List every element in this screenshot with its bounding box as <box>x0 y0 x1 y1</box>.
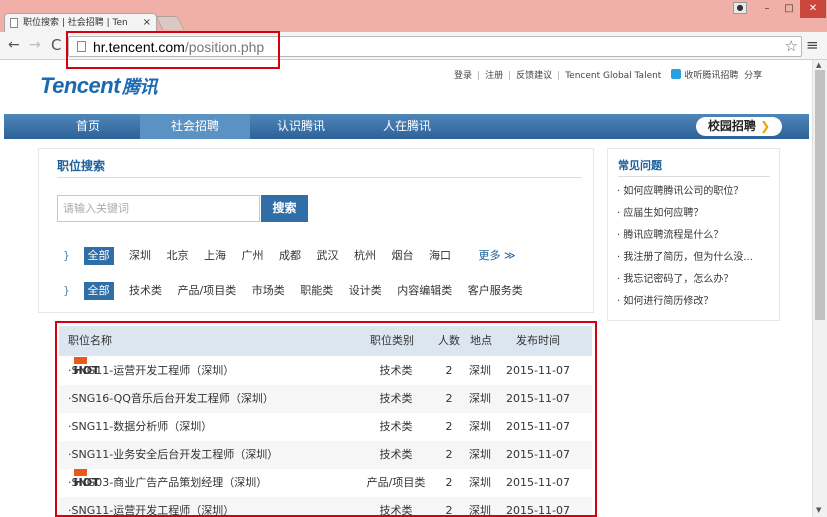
category-product[interactable]: 产品/项目类 <box>178 282 237 300</box>
category-service[interactable]: 客户服务类 <box>468 282 523 300</box>
global-talent-link[interactable]: Tencent Global Talent <box>565 71 661 81</box>
forward-arrow-icon[interactable]: → <box>29 37 41 53</box>
category-tech[interactable]: 技术类 <box>129 282 162 300</box>
page-scrollbar[interactable]: ▲ ▼ <box>812 60 827 517</box>
browser-menu-icon[interactable]: ≡ <box>806 37 819 53</box>
category-market[interactable]: 市场类 <box>252 282 285 300</box>
city-yantai[interactable]: 烟台 <box>392 247 414 265</box>
category-design[interactable]: 设计类 <box>349 282 382 300</box>
search-button[interactable]: 搜索 <box>261 195 308 222</box>
faq-item[interactable]: · 腾讯应聘流程是什么？ <box>617 226 723 241</box>
logo-text: Tencent <box>40 73 121 98</box>
faq-item-label: 应届生如何应聘？ <box>623 208 704 219</box>
scroll-down-icon[interactable]: ▼ <box>816 506 821 514</box>
city-wuhan[interactable]: 武汉 <box>317 247 339 265</box>
listen-link[interactable]: 收听腾讯招聘 <box>684 71 738 81</box>
bookmark-star-icon[interactable]: ☆ <box>785 37 798 55</box>
category-all[interactable]: 全部 <box>83 282 114 300</box>
weibo-icon <box>671 69 682 79</box>
search-title: 职位搜索 <box>57 159 106 173</box>
search-panel: 职位搜索 请输入关键词 搜索 } 全部 深圳 北京 上海 广州 成都 武汉 杭州… <box>38 148 594 313</box>
campus-recruit-button[interactable]: 校园招聘 ❯ <box>696 117 782 136</box>
feedback-link[interactable]: 反馈建议 <box>516 71 552 81</box>
minimize-button[interactable]: – <box>757 0 777 18</box>
browser-tab[interactable]: 职位搜索 | 社会招聘 | Ten × <box>4 13 157 32</box>
faq-item-label: 我注册了简历，但为什么没... <box>623 252 753 263</box>
browser-titlebar: 职位搜索 | 社会招聘 | Ten × ● – □ ✕ <box>0 0 827 32</box>
reload-icon[interactable]: C <box>51 37 61 53</box>
city-haikou[interactable]: 海口 <box>429 247 451 265</box>
top-links: 登录 | 注册 | 反馈建议 | Tencent Global Talent 收听腾讯招聘 分… <box>454 69 763 81</box>
city-shanghai[interactable]: 上海 <box>204 247 226 265</box>
faq-item[interactable]: · 我注册了简历，但为什么没... <box>617 248 753 263</box>
tencent-logo[interactable]: Tencent 腾讯 <box>40 73 158 99</box>
register-link[interactable]: 注册 <box>485 71 503 81</box>
maximize-button[interactable]: □ <box>779 0 799 18</box>
logo-cn: 腾讯 <box>122 77 158 97</box>
tab-title: 职位搜索 | 社会招聘 | Ten <box>23 18 128 28</box>
nav-people[interactable]: 人在腾讯 <box>372 114 442 139</box>
divider <box>618 176 770 177</box>
faq-title: 常见问题 <box>618 159 662 172</box>
back-arrow-icon[interactable]: ← <box>8 37 20 53</box>
category-function[interactable]: 职能类 <box>300 282 333 300</box>
scroll-up-icon[interactable]: ▲ <box>816 61 821 69</box>
faq-item-label: 腾讯应聘流程是什么？ <box>623 230 724 241</box>
brace-icon: } <box>63 284 70 297</box>
nav-home[interactable]: 首页 <box>54 114 122 139</box>
main-nav: 首页 社会招聘 认识腾讯 人在腾讯 校园招聘 ❯ <box>4 114 809 139</box>
divider <box>57 177 582 178</box>
search-input[interactable]: 请输入关键词 <box>57 195 260 222</box>
new-tab-button[interactable] <box>155 16 185 30</box>
faq-item[interactable]: · 应届生如何应聘？ <box>617 204 703 219</box>
campus-label: 校园招聘 <box>707 119 756 133</box>
city-chengdu[interactable]: 成都 <box>279 247 301 265</box>
scrollbar-thumb[interactable] <box>815 70 825 320</box>
faq-item[interactable]: · 我忘记密码了，怎么办？ <box>617 270 733 285</box>
share-link[interactable]: 分享 <box>744 71 762 81</box>
faq-item-label: 如何应聘腾讯公司的职位？ <box>623 186 744 197</box>
chevron-double-down-icon: ≫ <box>504 249 516 262</box>
tab-close-icon[interactable]: × <box>143 14 151 32</box>
city-guangzhou[interactable]: 广州 <box>242 247 264 265</box>
faq-panel: 常见问题 · 如何应聘腾讯公司的职位？ · 应届生如何应聘？ · 腾讯应聘流程是… <box>607 148 780 321</box>
page-icon <box>10 18 18 28</box>
user-icon[interactable]: ● <box>733 2 747 14</box>
more-label: 更多 <box>478 249 501 262</box>
nav-social-recruit[interactable]: 社会招聘 <box>140 114 250 139</box>
city-beijing[interactable]: 北京 <box>167 247 189 265</box>
city-shenzhen[interactable]: 深圳 <box>129 247 151 265</box>
faq-item[interactable]: · 如何应聘腾讯公司的职位？ <box>617 182 743 197</box>
nav-about-tencent[interactable]: 认识腾讯 <box>266 114 336 139</box>
close-window-button[interactable]: ✕ <box>800 0 826 18</box>
chevron-right-icon: ❯ <box>760 119 771 133</box>
jobs-highlight-box <box>55 321 597 517</box>
more-cities-link[interactable]: 更多 ≫ <box>479 249 516 262</box>
city-hangzhou[interactable]: 杭州 <box>354 247 376 265</box>
faq-item-label: 我忘记密码了，怎么办？ <box>623 274 734 285</box>
category-content[interactable]: 内容编辑类 <box>397 282 452 300</box>
city-all[interactable]: 全部 <box>83 247 114 265</box>
url-highlight-box <box>66 31 280 69</box>
login-link[interactable]: 登录 <box>454 71 472 81</box>
city-filter: } 全部 深圳 北京 上海 广州 成都 武汉 杭州 烟台 海口 更多 ≫ <box>63 247 516 265</box>
faq-item-label: 如何进行简历修改？ <box>623 296 714 307</box>
category-filter: } 全部 技术类 产品/项目类 市场类 职能类 设计类 内容编辑类 客户服务类 <box>63 282 535 300</box>
brace-icon: } <box>63 249 70 262</box>
faq-item[interactable]: · 如何进行简历修改？ <box>617 292 713 307</box>
